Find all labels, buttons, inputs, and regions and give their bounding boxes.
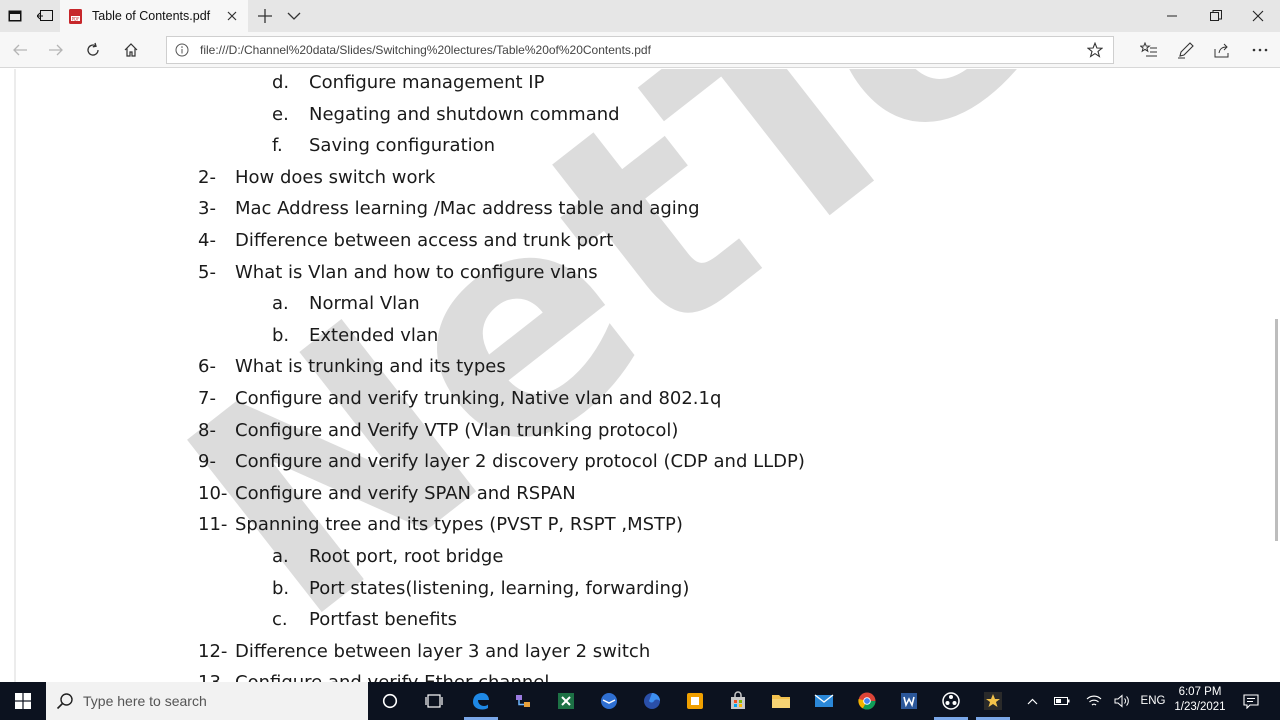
- toc-number: a.: [272, 546, 289, 567]
- toc-entry: What is trunking and its types: [235, 356, 506, 378]
- toc-entry: How does switch work: [235, 166, 436, 188]
- toc-entry: Configure management IP: [309, 72, 545, 93]
- toc-number: b.: [272, 324, 290, 346]
- scrollbar-thumb[interactable]: [1275, 319, 1278, 541]
- restore-icon[interactable]: [1194, 0, 1238, 32]
- app-icon-orange[interactable]: [674, 682, 716, 720]
- table-of-contents: d. Configure management IP e. Negating and …: [0, 69, 1270, 682]
- toc-entry: Saving configuration: [309, 135, 496, 157]
- close-tab-icon[interactable]: [224, 8, 240, 24]
- favorites-list-icon[interactable]: [1139, 40, 1159, 60]
- taskbar: Type here to search ENG 6:07 PM 1/23/202…: [0, 682, 1280, 720]
- store-icon[interactable]: [717, 682, 759, 720]
- excel-icon[interactable]: [545, 682, 587, 720]
- toc-entry: Root port, root bridge: [309, 546, 504, 567]
- toc-number: a.: [272, 293, 289, 315]
- minimize-icon[interactable]: [1150, 0, 1194, 32]
- more-dots-icon[interactable]: [1250, 40, 1270, 60]
- toc-number: 4-: [198, 230, 216, 251]
- address-bar[interactable]: file:///D:/Channel%20data/Slides/Switchi…: [166, 36, 1114, 64]
- toc-entry: Configure and verify Ether channel: [235, 671, 549, 682]
- set-aside-tabs-icon[interactable]: [30, 0, 60, 32]
- toc-entry: Extended vlan: [309, 324, 439, 346]
- tab-bar: PDF Table of Contents.pdf: [0, 0, 1280, 32]
- address-text[interactable]: file:///D:/Channel%20data/Slides/Switchi…: [200, 43, 651, 57]
- svg-text:PDF: PDF: [72, 16, 80, 21]
- toc-entry: Difference between layer 3 and layer 2 s…: [235, 640, 651, 662]
- file-explorer-icon[interactable]: [760, 682, 802, 720]
- volume-icon[interactable]: [1111, 682, 1133, 720]
- toc-number: f.: [272, 135, 283, 157]
- chevron-down-icon[interactable]: [286, 8, 302, 24]
- pdf-file-icon: PDF: [69, 8, 82, 24]
- toc-number: 13-: [198, 671, 227, 682]
- clock[interactable]: 6:07 PM 1/23/2021: [1170, 685, 1230, 715]
- toc-entry: What is Vlan and how to configure vlans: [235, 261, 598, 283]
- toc-entry: Negating and shutdown command: [309, 103, 620, 125]
- chrome-icon[interactable]: [846, 682, 888, 720]
- toc-entry: Normal Vlan: [309, 293, 420, 315]
- cortana-icon[interactable]: [369, 682, 411, 720]
- toc-number: c.: [272, 609, 288, 631]
- toc-number: 7-: [198, 388, 216, 409]
- clock-date: 1/23/2021: [1174, 701, 1226, 713]
- navigation-bar: file:///D:/Channel%20data/Slides/Switchi…: [0, 32, 1280, 68]
- toc-entry: Difference between access and trunk port: [235, 230, 614, 251]
- toc-number: 12-: [198, 640, 228, 662]
- close-window-icon[interactable]: [1236, 0, 1280, 32]
- pen-icon[interactable]: [1176, 40, 1196, 60]
- toc-number: 6-: [198, 356, 216, 378]
- mail-icon[interactable]: [803, 682, 845, 720]
- search-icon: [56, 693, 73, 710]
- toc-number: 2-: [198, 166, 216, 188]
- toc-number: e.: [272, 103, 289, 125]
- forward-arrow-icon[interactable]: [44, 38, 68, 62]
- toc-entry: Portfast benefits: [309, 609, 457, 631]
- clock-time: 6:07 PM: [1178, 686, 1222, 698]
- window-menu-icon[interactable]: [0, 0, 30, 32]
- tab-title: Table of Contents.pdf: [92, 9, 211, 23]
- star-icon[interactable]: [1087, 42, 1103, 58]
- toc-number: 8-: [198, 419, 216, 441]
- word-icon[interactable]: [888, 682, 930, 720]
- toc-number: 5-: [198, 261, 216, 283]
- tab-active[interactable]: PDF Table of Contents.pdf: [60, 0, 248, 32]
- share-icon[interactable]: [1213, 40, 1233, 60]
- toc-number: 11-: [198, 514, 228, 536]
- task-view-icon[interactable]: [413, 682, 455, 720]
- toc-entry: Configure and verify SPAN and RSPAN: [235, 482, 576, 504]
- battery-icon[interactable]: [1051, 682, 1073, 720]
- network-app-icon[interactable]: [502, 682, 544, 720]
- obs-icon[interactable]: [930, 682, 972, 720]
- toc-number: 3-: [198, 198, 216, 220]
- language-indicator[interactable]: ENG: [1138, 682, 1168, 720]
- chevron-up-icon[interactable]: [1022, 682, 1042, 720]
- pinned-star-app-icon[interactable]: [972, 682, 1014, 720]
- toc-number: d.: [272, 72, 290, 93]
- toc-entry: Mac Address learning /Mac address table …: [235, 198, 700, 220]
- new-tab-icon[interactable]: [256, 6, 274, 26]
- toc-entry: Configure and verify layer 2 discovery p…: [235, 451, 805, 473]
- refresh-icon[interactable]: [81, 38, 105, 62]
- info-icon[interactable]: [175, 43, 189, 57]
- toc-entry: Configure and verify trunking, Native vl…: [235, 388, 722, 409]
- taskbar-search[interactable]: Type here to search: [46, 682, 368, 720]
- windows-start-icon[interactable]: [0, 682, 46, 720]
- home-icon[interactable]: [119, 38, 143, 62]
- toc-entry: Port states(listening, learning, forward…: [309, 577, 690, 599]
- back-arrow-icon[interactable]: [8, 38, 32, 62]
- search-placeholder: Type here to search: [83, 693, 207, 709]
- pdf-viewer[interactable]: NetTech d. Configure management IP e. Negat…: [0, 69, 1280, 682]
- thunderbird-icon[interactable]: [588, 682, 630, 720]
- notification-icon[interactable]: [1237, 682, 1265, 720]
- toc-number: 9-: [198, 451, 216, 473]
- toc-entry: Spanning tree and its types (PVST P, RSP…: [235, 514, 683, 536]
- edge-browser-icon[interactable]: [460, 682, 502, 720]
- toc-entry: Configure and Verify VTP (Vlan trunking …: [235, 419, 679, 441]
- firefox-icon[interactable]: [631, 682, 673, 720]
- wifi-icon[interactable]: [1083, 682, 1105, 720]
- toc-number: b.: [272, 577, 290, 599]
- toc-number: 10-: [198, 482, 228, 504]
